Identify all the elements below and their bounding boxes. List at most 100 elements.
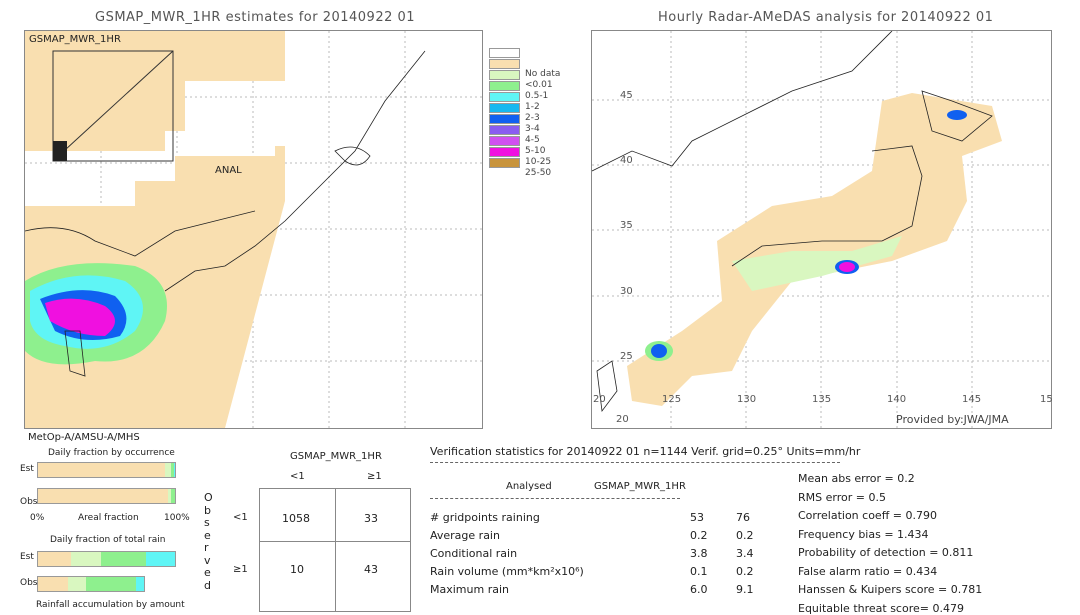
bar-segment bbox=[38, 463, 166, 477]
legend-label: 25-50 bbox=[525, 168, 552, 178]
lon-tick: 135 bbox=[812, 394, 832, 405]
legend-label: 5-10 bbox=[525, 146, 546, 156]
axis-label: Areal fraction bbox=[78, 513, 139, 523]
lon-tick: 20 bbox=[593, 394, 606, 405]
bar-segment bbox=[101, 552, 147, 566]
total-rain-title: Daily fraction of total rain bbox=[50, 535, 166, 545]
legend-swatch bbox=[489, 59, 520, 69]
lon-tick: 140 bbox=[887, 394, 907, 405]
legend-swatch bbox=[489, 103, 520, 113]
color-legend: No data <0.01 0.5-1 1-2 2-3 3-4 4-5 5-10 10-25 25… bbox=[489, 48, 561, 178]
row-header: ≥1 bbox=[233, 564, 248, 575]
lat-tick: 20 bbox=[616, 414, 629, 425]
divider bbox=[430, 498, 680, 499]
lat-tick: 40 bbox=[620, 155, 633, 166]
est-label: Est bbox=[20, 464, 34, 474]
legend-label: 2-3 bbox=[525, 113, 540, 123]
legend-swatch bbox=[489, 125, 520, 135]
occurrence-title: Daily fraction by occurrence bbox=[48, 448, 175, 458]
radar-map-canvas bbox=[591, 30, 1051, 428]
bar-segment bbox=[70, 552, 101, 566]
lat-tick: 45 bbox=[620, 90, 633, 101]
est-label: Est bbox=[20, 552, 34, 562]
occurrence-est-bar bbox=[37, 462, 176, 478]
col-analysed: Analysed bbox=[506, 481, 552, 492]
total-rain-est-bar bbox=[37, 551, 176, 567]
lon-tick: 15 bbox=[1040, 394, 1053, 405]
legend-label: 10-25 bbox=[525, 157, 552, 167]
bar-segment bbox=[136, 577, 145, 591]
legend-swatch bbox=[489, 92, 520, 102]
obs-label: Obs bbox=[20, 497, 38, 507]
observed-label: Observed bbox=[204, 491, 213, 592]
bar-segment bbox=[146, 552, 175, 566]
stat-label: Rain volume (mm*km²x10⁶) bbox=[430, 565, 584, 578]
lon-tick: 125 bbox=[662, 394, 682, 405]
score-item: False alarm ratio = 0.434 bbox=[798, 564, 938, 578]
legend-label: No data bbox=[525, 69, 561, 79]
legend-swatch bbox=[489, 114, 520, 124]
score-item: Equitable threat score= 0.479 bbox=[798, 601, 964, 615]
stat-estimate: 3.4 bbox=[736, 547, 754, 560]
stat-label: Maximum rain bbox=[430, 583, 509, 596]
bar-segment bbox=[85, 577, 137, 591]
legend-label: 4-5 bbox=[525, 135, 540, 145]
score-item: RMS error = 0.5 bbox=[798, 490, 886, 504]
legend-swatch bbox=[489, 70, 520, 80]
stat-estimate: 0.2 bbox=[736, 529, 754, 542]
legend-swatch bbox=[489, 136, 520, 146]
legend-label: 3-4 bbox=[525, 124, 540, 134]
satellite-label: MetOp-A/AMSU-A/MHS bbox=[28, 432, 140, 443]
legend-label: 0.5-1 bbox=[525, 91, 549, 101]
score-item: Correlation coeff = 0.790 bbox=[798, 509, 937, 522]
occurrence-obs-bar bbox=[37, 488, 176, 504]
col-header: ≥1 bbox=[367, 471, 382, 482]
legend-swatch bbox=[489, 158, 520, 168]
stat-estimate: 76 bbox=[736, 511, 750, 524]
right-map-title: Hourly Radar-AMeDAS analysis for 2014092… bbox=[658, 10, 994, 25]
stat-label: Conditional rain bbox=[430, 547, 518, 560]
lon-tick: 145 bbox=[962, 394, 982, 405]
axis-right: 100% bbox=[164, 513, 190, 523]
legend-swatch bbox=[489, 48, 520, 58]
stat-analysed: 6.0 bbox=[690, 583, 708, 596]
contingency-title: GSMAP_MWR_1HR bbox=[290, 451, 382, 462]
legend-swatch bbox=[489, 147, 520, 157]
bar-segment bbox=[170, 489, 175, 503]
lat-tick: 35 bbox=[620, 220, 633, 231]
bar-segment bbox=[38, 489, 169, 503]
inset-xlabel: ANAL bbox=[215, 165, 242, 176]
col-estimate: GSMAP_MWR_1HR bbox=[594, 481, 686, 492]
data-credit: Provided by:JWA/JMA bbox=[896, 413, 1009, 426]
left-map-title: GSMAP_MWR_1HR estimates for 20140922 01 bbox=[95, 10, 416, 25]
bar-segment bbox=[38, 577, 68, 591]
inset-label: GSMAP_MWR_1HR bbox=[29, 34, 121, 45]
cell-value: 1058 bbox=[282, 512, 310, 525]
stat-estimate: 0.2 bbox=[736, 565, 754, 578]
lon-tick: 130 bbox=[737, 394, 757, 405]
radar-map: Provided by:JWA/JMA bbox=[591, 30, 1052, 429]
stat-analysed: 53 bbox=[690, 511, 704, 524]
score-item: Hanssen & Kuipers score = 0.781 bbox=[798, 583, 983, 596]
row-header: <1 bbox=[233, 512, 248, 523]
score-item: Mean abs error = 0.2 bbox=[798, 472, 915, 485]
bar-segment bbox=[68, 577, 86, 591]
axis-left: 0% bbox=[30, 513, 45, 523]
estimate-map: GSMAP_MWR_1HR ANAL bbox=[24, 30, 483, 429]
stat-analysed: 0.2 bbox=[690, 529, 708, 542]
legend-swatch bbox=[489, 81, 520, 91]
lat-tick: 25 bbox=[620, 351, 633, 362]
stat-estimate: 9.1 bbox=[736, 583, 754, 596]
divider bbox=[430, 462, 840, 463]
legend-label: <0.01 bbox=[525, 80, 553, 90]
bar-segment bbox=[173, 463, 175, 477]
cell-value: 33 bbox=[364, 512, 378, 525]
score-item: Probability of detection = 0.811 bbox=[798, 546, 974, 559]
contingency-table: 1058 33 10 43 bbox=[259, 488, 411, 612]
estimate-map-canvas bbox=[24, 31, 482, 428]
stats-header: Verification statistics for 20140922 01 … bbox=[430, 445, 861, 458]
bar-segment bbox=[38, 552, 71, 566]
total-rain-obs-bar bbox=[37, 576, 146, 592]
lat-tick: 30 bbox=[620, 286, 633, 297]
stat-analysed: 0.1 bbox=[690, 565, 708, 578]
